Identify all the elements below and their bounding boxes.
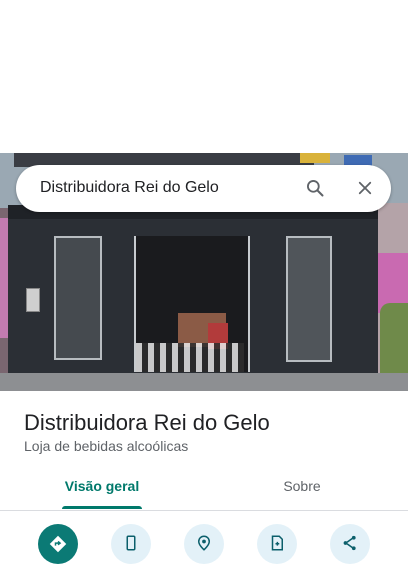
active-tab-indicator xyxy=(62,506,142,509)
tab-bar: Visão geral Sobre xyxy=(0,466,408,511)
call-button[interactable] xyxy=(111,524,151,564)
close-icon xyxy=(358,181,372,195)
save-button[interactable] xyxy=(257,524,297,564)
search-bar[interactable]: Distribuidora Rei do Gelo xyxy=(16,165,391,212)
photo-right-window xyxy=(286,236,332,362)
nearby-button[interactable] xyxy=(184,524,224,564)
photo-meter-box xyxy=(26,288,40,312)
photo-floor xyxy=(136,343,244,372)
share-button[interactable] xyxy=(330,524,370,564)
share-icon xyxy=(343,535,356,551)
tab-overview[interactable]: Visão geral xyxy=(0,466,204,510)
place-category[interactable]: Loja de bebidas alcoólicas xyxy=(24,438,188,454)
photo-tree xyxy=(380,303,408,373)
photo-sidewalk xyxy=(0,373,408,391)
search-query[interactable]: Distribuidora Rei do Gelo xyxy=(40,179,219,197)
phone-icon xyxy=(126,535,136,551)
directions-icon xyxy=(49,535,67,553)
photo-left-window xyxy=(54,236,102,360)
save-icon xyxy=(271,535,283,551)
place-name: Distribuidora Rei do Gelo xyxy=(24,410,270,435)
close-button[interactable] xyxy=(351,174,379,202)
search-button[interactable] xyxy=(301,174,329,202)
photo-yellow-sign xyxy=(300,153,330,163)
location-pin-icon xyxy=(197,535,211,551)
directions-button[interactable] xyxy=(38,524,78,564)
tab-about[interactable]: Sobre xyxy=(200,466,404,510)
blank-area xyxy=(0,0,408,153)
search-icon xyxy=(307,180,324,197)
